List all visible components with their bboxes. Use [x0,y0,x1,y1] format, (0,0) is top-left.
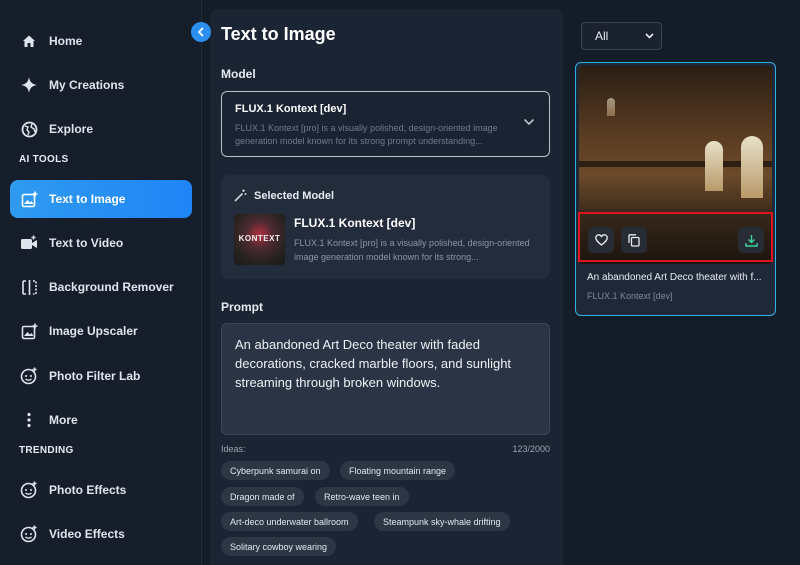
nav-more[interactable]: More [10,401,192,439]
nav-home[interactable]: Home [10,22,192,60]
model-select-description: FLUX.1 Kontext [pro] is a visually polis… [235,123,498,146]
result-title: An abandoned Art Deco theater with f... [587,272,762,283]
results-filter-value: All [595,29,609,43]
nav-home-label: Home [49,34,83,48]
nav-background-remover[interactable]: Background Remover [10,268,192,306]
chevron-down-icon [645,33,654,39]
idea-chip[interactable]: Retro-wave teen in [315,487,409,506]
background-remover-icon [20,278,38,296]
home-icon [20,32,38,50]
nav-my-creations-label: My Creations [49,78,125,92]
sidebar: Home My Creations Explore AI TOOLS Text … [0,0,202,565]
selected-model-description: FLUX.1 Kontext [pro] is a visually polis… [294,238,530,262]
idea-chip[interactable]: Art-deco underwater ballroom [221,512,358,531]
model-thumbnail: KONTEXT [234,214,285,265]
nav-explore[interactable]: Explore [10,110,192,148]
nav-photo-filter-lab-label: Photo Filter Lab [49,369,141,383]
page-title: Text to Image [221,24,336,44]
upscale-icon [20,322,38,340]
idea-chip[interactable]: Steampunk sky-whale drifting [374,512,510,531]
model-thumbnail-text: KONTEXT [238,234,281,243]
nav-more-label: More [49,413,78,427]
result-card[interactable]: An abandoned Art Deco theater with f... … [575,62,776,316]
idea-chip[interactable]: Cyberpunk samurai on [221,461,330,480]
section-trending: TRENDING [19,445,74,456]
selected-model-heading: Selected Model [254,189,335,202]
nav-my-creations[interactable]: My Creations [10,66,192,104]
nav-text-to-image[interactable]: Text to Image [10,180,192,218]
character-counter: 123/2000 [512,444,550,454]
ideas-label: Ideas: [221,444,246,454]
action-buttons-highlight [578,212,773,262]
nav-video-effects-label: Video Effects [49,527,125,541]
model-select[interactable]: FLUX.1 Kontext [dev] FLUX.1 Kontext [pro… [221,91,550,157]
nav-explore-label: Explore [49,122,94,136]
nav-video-effects[interactable]: Video Effects [10,515,192,553]
generator-panel: Text to Image Model FLUX.1 Kontext [dev]… [210,9,563,565]
nav-photo-filter-lab[interactable]: Photo Filter Lab [10,357,192,395]
more-vertical-icon [20,411,38,429]
sparkle-icon [20,76,38,94]
nav-background-remover-label: Background Remover [49,280,174,294]
result-model: FLUX.1 Kontext [dev] [587,291,673,301]
idea-chip[interactable]: Floating mountain range [340,461,456,480]
chevron-left-icon [197,27,204,37]
idea-chip[interactable]: Solitary cowboy wearing [221,537,337,556]
globe-icon [20,120,38,138]
prompt-label: Prompt [221,300,263,314]
nav-text-to-image-label: Text to Image [49,192,126,206]
photo-effects-icon [20,481,38,499]
chevron-down-icon [523,118,535,126]
prompt-input[interactable]: An abandoned Art Deco theater with faded… [221,323,550,435]
collapse-sidebar-button[interactable] [191,22,211,42]
results-filter-select[interactable]: All [581,22,662,50]
image-plus-icon [20,190,38,208]
nav-image-upscaler-label: Image Upscaler [49,324,138,338]
model-select-name: FLUX.1 Kontext [dev] [235,103,347,115]
section-ai-tools: AI TOOLS [19,154,69,165]
nav-text-to-video-label: Text to Video [49,236,124,250]
model-label: Model [221,67,256,81]
video-effects-icon [20,525,38,543]
nav-photo-effects[interactable]: Photo Effects [10,471,192,509]
filter-face-icon [20,367,38,385]
video-plus-icon [20,234,38,252]
idea-chip[interactable]: Dragon made of [221,487,304,506]
nav-photo-effects-label: Photo Effects [49,483,127,497]
selected-model-card: Selected Model KONTEXT FLUX.1 Kontext [d… [221,175,550,279]
selected-model-name: FLUX.1 Kontext [dev] [294,216,416,230]
nav-text-to-video[interactable]: Text to Video [10,224,192,262]
nav-image-upscaler[interactable]: Image Upscaler [10,312,192,350]
magic-wand-icon [234,189,247,202]
